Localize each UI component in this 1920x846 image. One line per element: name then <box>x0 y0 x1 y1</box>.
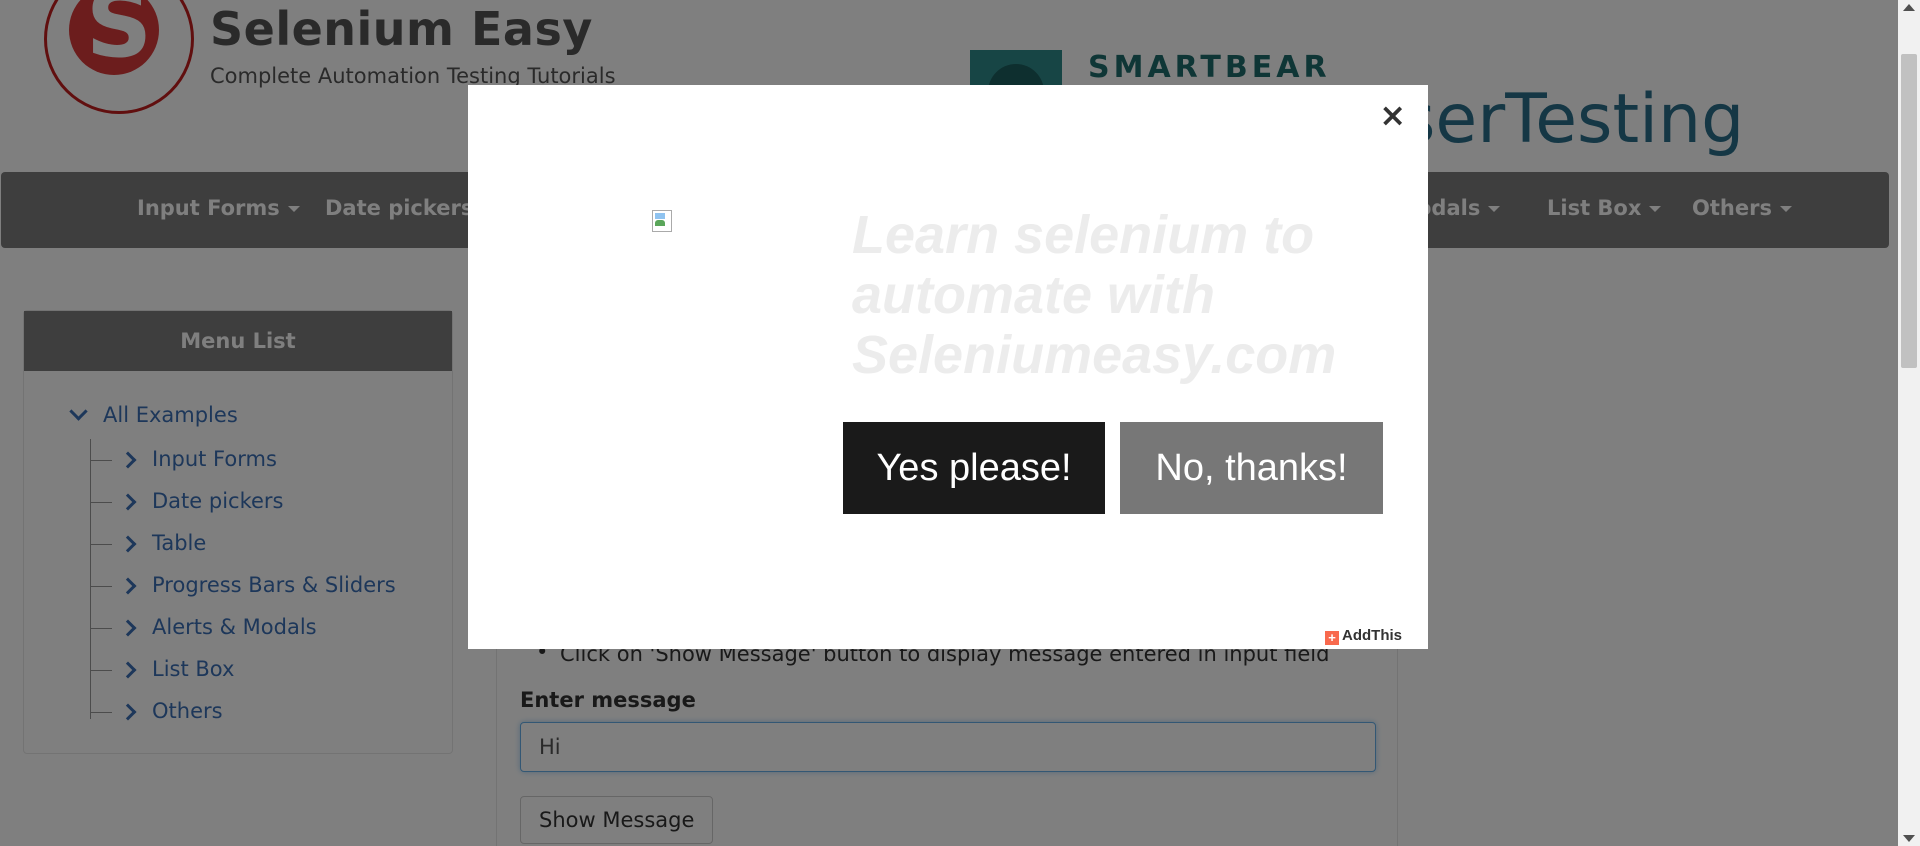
scroll-up-icon[interactable] <box>1903 4 1915 11</box>
image-sky <box>655 213 665 219</box>
scroll-down-icon[interactable] <box>1903 835 1915 842</box>
modal-headline: Learn selenium to automate with Selenium… <box>852 205 1337 385</box>
yes-please-button[interactable]: Yes please! <box>843 422 1105 514</box>
image-hill <box>655 220 665 226</box>
page-scrollbar[interactable] <box>1898 0 1920 846</box>
broken-image-icon <box>652 210 672 232</box>
addthis-link[interactable]: + AddThis <box>1325 627 1402 645</box>
no-thanks-button[interactable]: No, thanks! <box>1120 422 1383 514</box>
lightbox-modal: × Learn selenium to automate with Seleni… <box>468 85 1428 649</box>
scroll-thumb[interactable] <box>1901 54 1917 368</box>
plus-icon: + <box>1325 631 1339 645</box>
addthis-label: AddThis <box>1342 627 1402 644</box>
close-icon[interactable]: × <box>1375 95 1410 135</box>
